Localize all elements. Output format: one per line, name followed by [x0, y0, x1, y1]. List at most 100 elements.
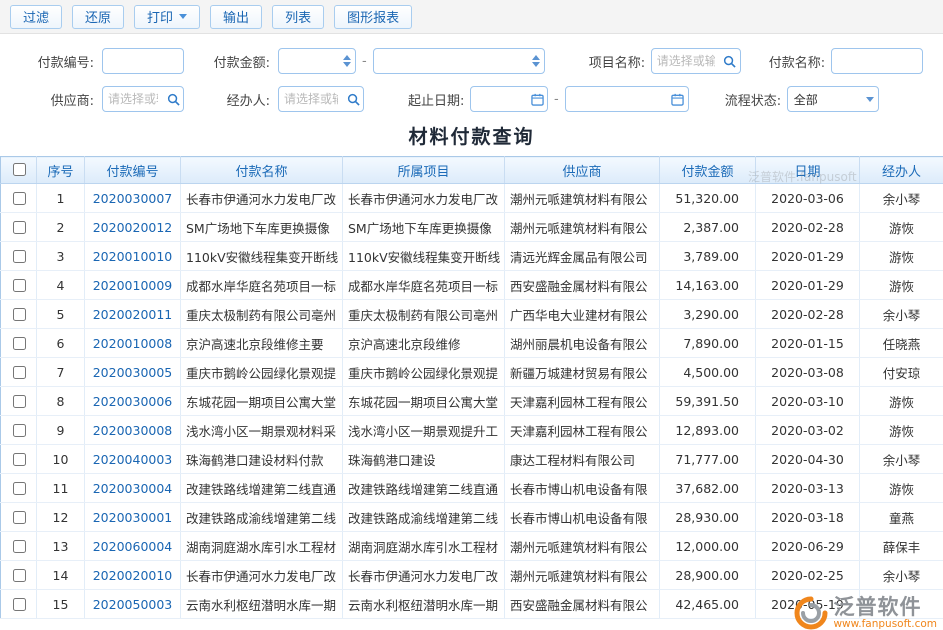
row-select-cell — [1, 532, 37, 561]
payment-name-input[interactable] — [831, 48, 923, 74]
payment-no-link[interactable]: 2020030001 — [93, 510, 173, 525]
row-index-cell: 6 — [37, 329, 85, 358]
supplier-input[interactable] — [103, 92, 163, 106]
toolbar: 过滤 还原 打印 输出 列表 图形报表 — [0, 0, 943, 34]
operator-picker[interactable] — [278, 86, 364, 112]
payment-no-link[interactable]: 2020030005 — [93, 365, 173, 380]
project-cell: 重庆市鹅岭公园绿化景观提 — [343, 358, 505, 387]
payment-no-link[interactable]: 2020030004 — [93, 481, 173, 496]
supplier-picker[interactable] — [102, 86, 184, 112]
payment-no-link[interactable]: 2020030006 — [93, 394, 173, 409]
amount-cell: 37,682.00 — [660, 474, 756, 503]
export-button[interactable]: 输出 — [210, 5, 262, 29]
date-from-picker[interactable] — [470, 86, 548, 112]
row-checkbox[interactable] — [13, 337, 26, 350]
row-select-cell — [1, 358, 37, 387]
spinner-arrows-icon[interactable] — [528, 49, 544, 73]
supplier-cell: 天津嘉利园林工程有限公 — [505, 387, 660, 416]
row-checkbox[interactable] — [13, 424, 26, 437]
payment-no-link[interactable]: 2020030008 — [93, 423, 173, 438]
project-name-label: 项目名称: — [589, 52, 651, 71]
payment-no-input[interactable] — [102, 48, 184, 74]
operator-cell: 薛保丰 — [860, 532, 943, 561]
supplier-cell: 长春市博山机电设备有限 — [505, 503, 660, 532]
search-icon[interactable] — [720, 49, 740, 73]
row-index-cell: 4 — [37, 271, 85, 300]
header-date: 日期 — [756, 157, 860, 184]
row-checkbox[interactable] — [13, 453, 26, 466]
project-name-input[interactable] — [652, 54, 720, 68]
amount-cell: 7,890.00 — [660, 329, 756, 358]
row-checkbox[interactable] — [13, 569, 26, 582]
graph-report-button[interactable]: 图形报表 — [334, 5, 412, 29]
payment-no-link[interactable]: 2020020011 — [93, 307, 173, 322]
row-select-cell — [1, 271, 37, 300]
operator-label: 经办人: — [212, 90, 278, 109]
date-to-picker[interactable] — [565, 86, 689, 112]
table-row: 52020020011重庆太极制药有限公司亳州重庆太极制药有限公司亳州广西华电大… — [1, 300, 943, 329]
row-checkbox[interactable] — [13, 308, 26, 321]
row-select-cell — [1, 300, 37, 329]
calendar-icon[interactable] — [668, 87, 688, 111]
project-cell: 成都水岸华庭名苑项目一标 — [343, 271, 505, 300]
payment-no-link[interactable]: 2020030007 — [93, 191, 173, 206]
spinner-arrows-icon[interactable] — [339, 49, 355, 73]
operator-cell: 游恢 — [860, 387, 943, 416]
row-checkbox[interactable] — [13, 511, 26, 524]
payment-no-link[interactable]: 2020050003 — [93, 597, 173, 612]
payment-name-cell: 110kV安徽线程集变开断线 — [181, 242, 343, 271]
amount-from-spinner[interactable] — [278, 48, 356, 74]
list-view-button[interactable]: 列表 — [272, 5, 324, 29]
date-cell: 2020-03-08 — [756, 358, 860, 387]
project-name-picker[interactable] — [651, 48, 741, 74]
filter-button-label: 过滤 — [23, 7, 49, 26]
date-range-separator: - — [554, 92, 559, 107]
row-checkbox[interactable] — [13, 366, 26, 379]
amount-cell: 12,000.00 — [660, 532, 756, 561]
flow-status-select[interactable]: 全部 — [787, 86, 879, 112]
payment-no-link[interactable]: 2020010010 — [93, 249, 173, 264]
supplier-cell: 潮州元哌建筑材料有限公 — [505, 532, 660, 561]
supplier-cell: 潮州元哌建筑材料有限公 — [505, 561, 660, 590]
select-all-checkbox[interactable] — [13, 163, 26, 176]
chevron-down-icon — [179, 14, 187, 19]
payment-no-link[interactable]: 2020060004 — [93, 539, 173, 554]
row-checkbox[interactable] — [13, 598, 26, 611]
amount-to-spinner[interactable] — [373, 48, 545, 74]
row-select-cell — [1, 329, 37, 358]
filter-button[interactable]: 过滤 — [10, 5, 62, 29]
amount-to-input[interactable] — [374, 54, 528, 68]
amount-from-input[interactable] — [279, 54, 339, 68]
chevron-down-icon[interactable] — [862, 87, 878, 111]
row-checkbox[interactable] — [13, 395, 26, 408]
row-checkbox[interactable] — [13, 482, 26, 495]
row-select-cell — [1, 561, 37, 590]
flow-status-value: 全部 — [788, 91, 862, 108]
payment-name-cell: 改建铁路线增建第二线直通 — [181, 474, 343, 503]
row-checkbox[interactable] — [13, 279, 26, 292]
operator-input[interactable] — [279, 92, 343, 106]
table-row: 132020060004湖南洞庭湖水库引水工程材湖南洞庭湖水库引水工程材潮州元哌… — [1, 532, 943, 561]
print-button[interactable]: 打印 — [134, 5, 200, 29]
date-from-input[interactable] — [471, 92, 527, 106]
operator-cell: 余小琴 — [860, 561, 943, 590]
restore-button[interactable]: 还原 — [72, 5, 124, 29]
date-to-input[interactable] — [566, 92, 668, 106]
search-icon[interactable] — [343, 87, 363, 111]
payment-no-link[interactable]: 2020020012 — [93, 220, 173, 235]
payment-no-link[interactable]: 2020020010 — [93, 568, 173, 583]
row-checkbox[interactable] — [13, 250, 26, 263]
row-checkbox[interactable] — [13, 540, 26, 553]
payment-no-link[interactable]: 2020010008 — [93, 336, 173, 351]
select-all-cell — [1, 157, 37, 184]
search-icon[interactable] — [163, 87, 183, 111]
row-checkbox[interactable] — [13, 192, 26, 205]
payment-no-link[interactable]: 2020040003 — [93, 452, 173, 467]
supplier-cell: 康达工程材料有限公司 — [505, 445, 660, 474]
filter-row-2: 供应商: 经办人: 起止日期: - 流程状 — [0, 80, 943, 118]
calendar-icon[interactable] — [527, 87, 547, 111]
fanpu-logo-icon — [794, 596, 828, 630]
supplier-cell: 西安盛融金属材料有限公 — [505, 590, 660, 619]
payment-no-link[interactable]: 2020010009 — [93, 278, 173, 293]
row-checkbox[interactable] — [13, 221, 26, 234]
